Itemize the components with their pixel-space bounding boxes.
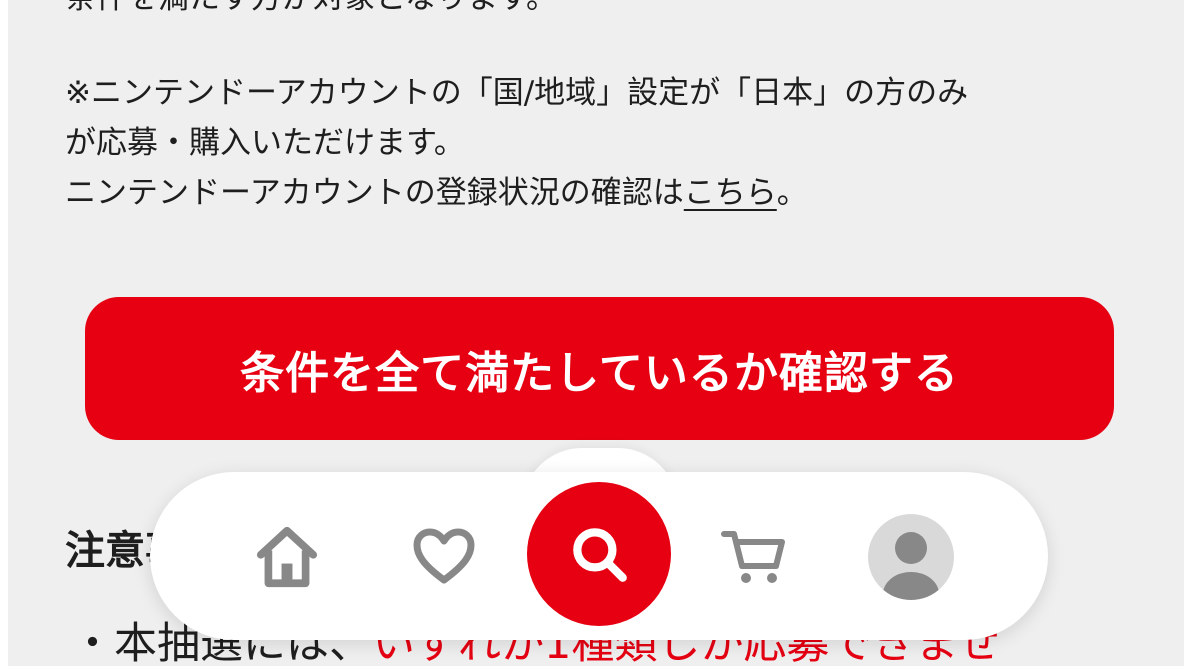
- confirm-conditions-button[interactable]: 条件を全て満たしているか確認する: [85, 297, 1114, 440]
- heart-icon: [413, 528, 475, 584]
- user-avatar-icon: [883, 532, 939, 600]
- notice-line-1: ※ニンテンドーアカウントの「国/地域」設定が「日本」の方のみ: [65, 75, 969, 111]
- nav-home-button[interactable]: [245, 515, 329, 599]
- partial-top-line: 条件を満たす方が対象となります。: [65, 0, 557, 18]
- nav-search-button[interactable]: [527, 482, 671, 626]
- notice-line-3-period: 。: [776, 175, 808, 211]
- home-icon: [256, 526, 318, 588]
- nav-favorites-button[interactable]: [402, 515, 486, 599]
- nav-cart-button[interactable]: [712, 515, 796, 599]
- notice-line-3: ニンテンドーアカウントの登録状況の確認はこちら。: [65, 168, 1145, 218]
- nav-account-button[interactable]: [868, 514, 954, 600]
- account-status-link[interactable]: こちら: [684, 175, 777, 211]
- notice-line-3-text: ニンテンドーアカウントの登録状況の確認は: [65, 175, 684, 211]
- account-notice: ※ニンテンドーアカウントの「国/地域」設定が「日本」の方のみ が応募・購入いただ…: [65, 68, 1145, 218]
- search-icon: [573, 528, 627, 582]
- notice-line-2: が応募・購入いただけます。: [65, 125, 465, 161]
- cart-icon: [721, 531, 785, 583]
